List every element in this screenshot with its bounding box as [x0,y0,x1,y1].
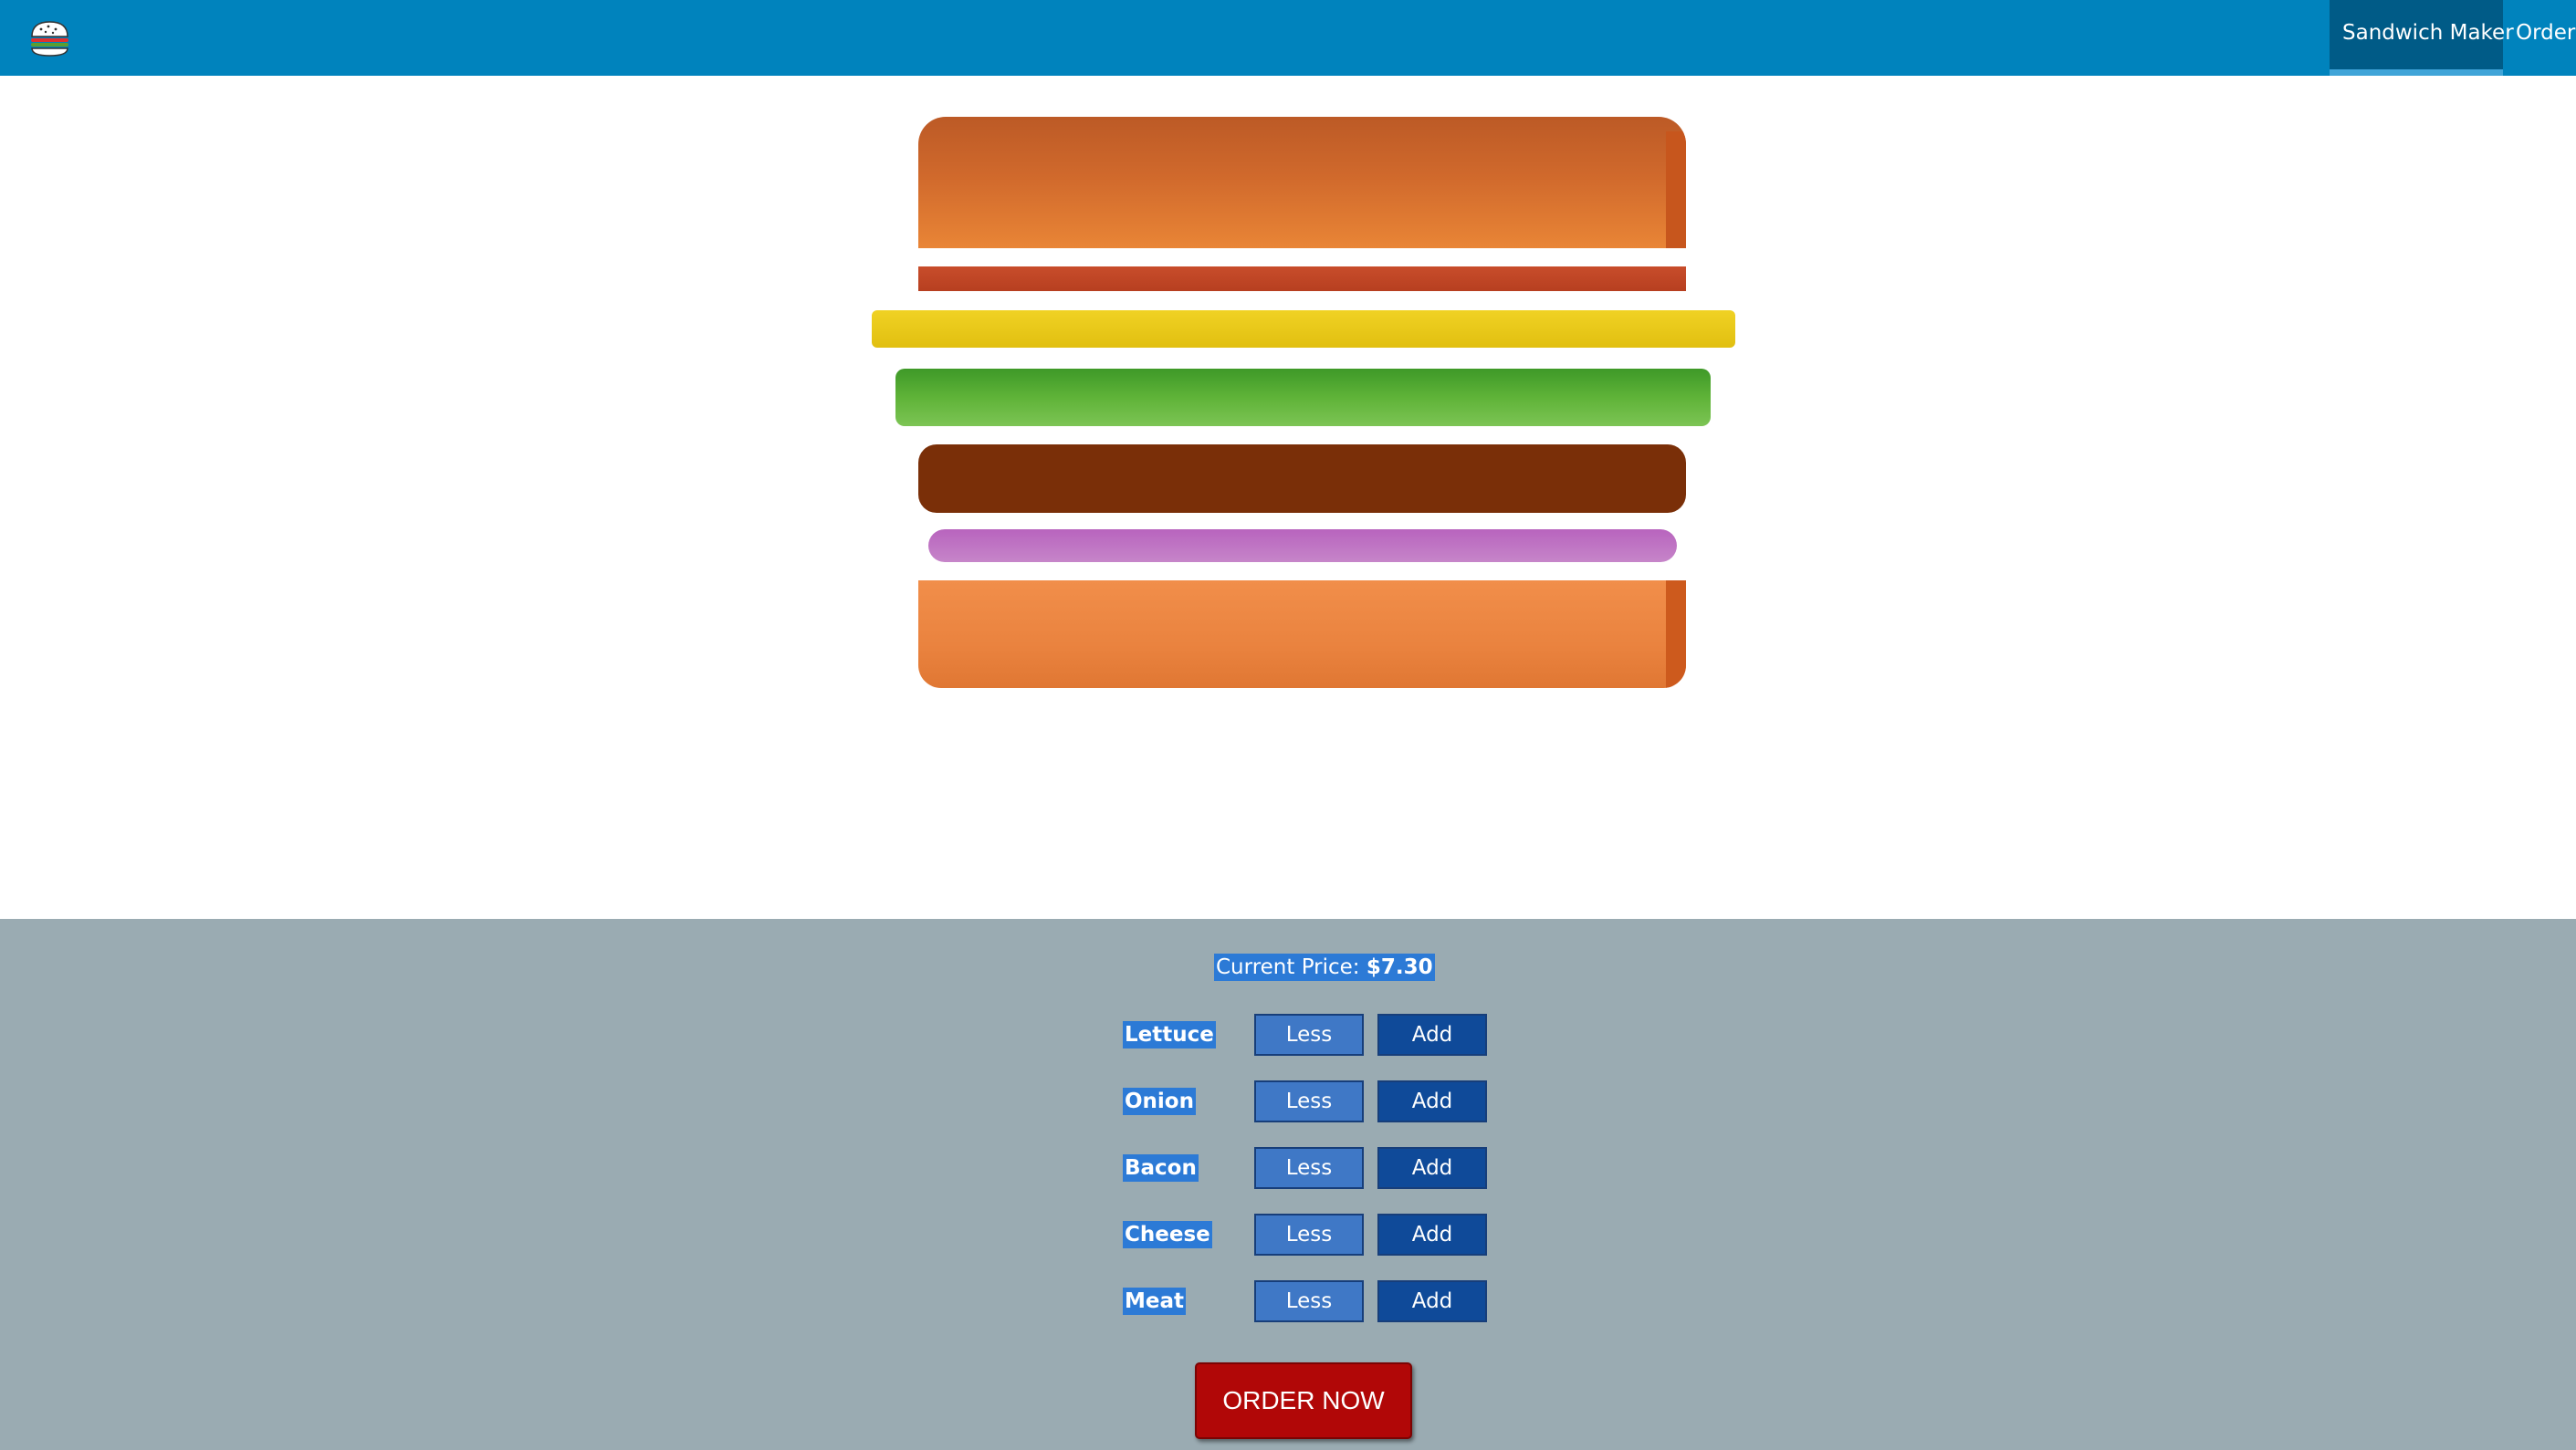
onion-add-button[interactable]: Add [1377,1080,1487,1122]
price-label: Current Price: [1216,955,1360,979]
nav-orders[interactable]: Orders [2503,0,2576,76]
meat-layer [918,444,1686,513]
bacon-add-button[interactable]: Add [1377,1147,1487,1189]
ingredient-row-meat: Meat Less Add [0,1280,2576,1324]
order-now-button[interactable]: ORDER NOW [1195,1362,1412,1439]
bacon-less-button[interactable]: Less [1254,1147,1364,1189]
ingredient-label: Onion [1123,1088,1196,1115]
lettuce-layer [895,369,1711,426]
lettuce-less-button[interactable]: Less [1254,1014,1364,1056]
ingredient-label: Lettuce [1123,1021,1216,1048]
ingredient-label: Meat [1123,1288,1187,1315]
toolbar: Sandwich Maker Orders [0,0,2576,76]
ingredient-label: Cheese [1123,1221,1212,1248]
cheese-layer [872,310,1735,348]
sandwich-preview [0,76,2576,919]
cheese-less-button[interactable]: Less [1254,1214,1364,1256]
ingredient-row-onion: Onion Less Add [0,1080,2576,1124]
price-value: $7.30 [1366,955,1433,979]
ingredient-row-bacon: Bacon Less Add [0,1147,2576,1191]
onion-less-button[interactable]: Less [1254,1080,1364,1122]
ingredient-row-cheese: Cheese Less Add [0,1214,2576,1257]
meat-add-button[interactable]: Add [1377,1280,1487,1322]
cheese-add-button[interactable]: Add [1377,1214,1487,1256]
onion-layer [928,529,1677,562]
nav-sandwich-maker[interactable]: Sandwich Maker [2330,0,2514,76]
bread-top-layer [918,117,1686,248]
burger-logo-icon [31,21,68,57]
ingredient-label: Bacon [1123,1154,1199,1182]
build-controls: Current Price: $7.30 Lettuce Less Add On… [0,919,2576,1450]
current-price: Current Price: $7.30 [1214,954,1435,981]
lettuce-add-button[interactable]: Add [1377,1014,1487,1056]
meat-less-button[interactable]: Less [1254,1280,1364,1322]
ingredient-row-lettuce: Lettuce Less Add [0,1014,2576,1058]
bread-bottom-layer [918,580,1686,688]
bacon-layer [918,266,1686,291]
